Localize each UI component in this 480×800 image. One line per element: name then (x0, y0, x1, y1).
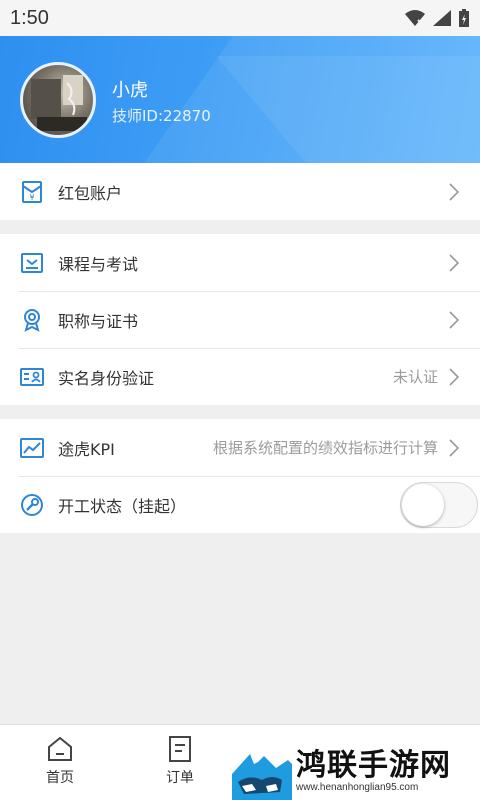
menu-item-red-envelope-account[interactable]: ¥ 红包账户 (0, 163, 480, 220)
chart-icon (20, 436, 44, 460)
menu-item-work-status: 开工状态（挂起） (0, 476, 480, 533)
menu-item-label: 课程与考试 (58, 254, 139, 274)
chevron-right-icon (449, 438, 460, 457)
course-icon (20, 251, 44, 275)
award-icon (20, 308, 44, 332)
status-bar: 1:50 (0, 0, 480, 36)
chevron-right-icon (449, 182, 460, 201)
order-icon (169, 736, 191, 762)
menu-item-label: 职称与证书 (58, 311, 139, 331)
avatar[interactable] (20, 62, 96, 138)
status-icons (404, 8, 470, 28)
status-time: 1:50 (10, 6, 49, 29)
id-card-icon (20, 365, 44, 389)
watermark: 鸿联手游网 www.henanhonglian95.com (232, 740, 480, 800)
technician-id: 技师ID:22870 (112, 107, 211, 125)
menu-item-courses-exams[interactable]: 课程与考试 (0, 234, 480, 291)
chevron-right-icon (449, 310, 460, 329)
home-icon (48, 736, 72, 761)
menu-item-real-name-verification[interactable]: 实名身份验证 未认证 (0, 348, 480, 405)
menu-item-label: 途虎KPI (58, 439, 115, 459)
red-envelope-icon: ¥ (20, 180, 44, 204)
svg-text:¥: ¥ (29, 193, 34, 202)
tab-home[interactable]: 首页 (30, 735, 90, 787)
watermark-url: www.henanhonglian95.com (296, 782, 419, 793)
menu-group-account: ¥ 红包账户 (0, 163, 480, 220)
menu-item-label: 实名身份验证 (58, 368, 155, 388)
menu-item-label: 开工状态（挂起） (58, 496, 187, 516)
menu-item-titles-certificates[interactable]: 职称与证书 (0, 291, 480, 348)
profile-name: 小虎 (112, 80, 148, 101)
wifi-icon (405, 10, 425, 26)
toggle-knob (402, 483, 444, 526)
tab-label: 首页 (46, 770, 74, 786)
battery-icon (459, 9, 469, 27)
work-status-toggle[interactable] (400, 481, 478, 528)
chevron-right-icon (449, 367, 460, 386)
avatar-photo (31, 75, 87, 131)
watermark-logo (232, 740, 292, 800)
signal-icon (433, 10, 451, 26)
wrench-icon (20, 493, 44, 517)
menu-group-training: 课程与考试 职称与证书 实名身份验证 未认证 (0, 234, 480, 405)
menu-item-label: 红包账户 (58, 183, 123, 203)
kpi-description: 根据系统配置的绩效指标进行计算 (212, 439, 438, 457)
menu-group-work: 途虎KPI 根据系统配置的绩效指标进行计算 开工状态（挂起） (0, 419, 480, 533)
watermark-title: 鸿联手游网 (296, 748, 451, 783)
menu-item-kpi[interactable]: 途虎KPI 根据系统配置的绩效指标进行计算 (0, 419, 480, 476)
tab-orders[interactable]: 订单 (150, 735, 210, 787)
tab-label: 订单 (166, 770, 194, 786)
profile-header: 小虎 技师ID:22870 (0, 36, 480, 163)
chevron-right-icon (449, 253, 460, 272)
verification-status: 未认证 (392, 368, 438, 386)
